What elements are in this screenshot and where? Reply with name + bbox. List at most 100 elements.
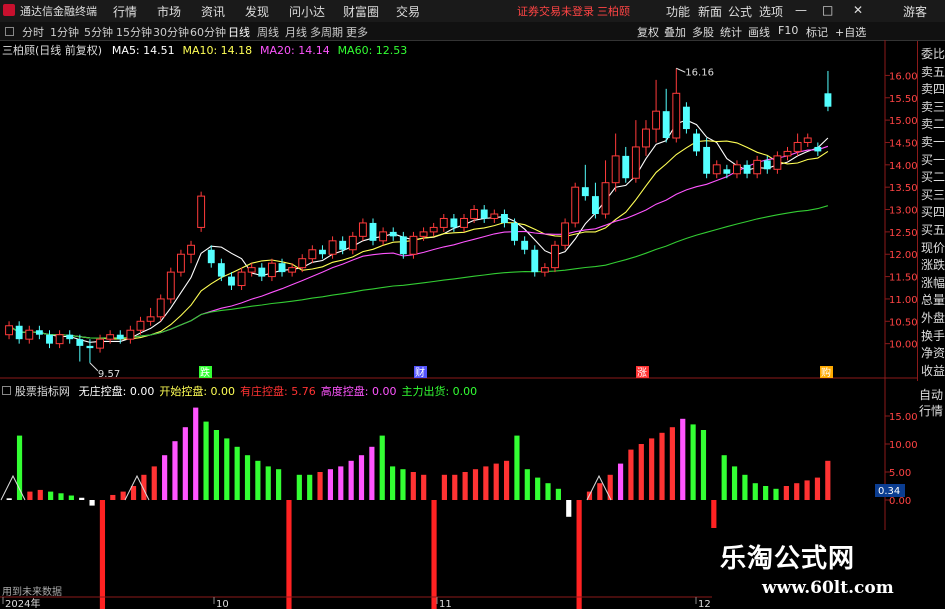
indicator-bar [752, 483, 758, 500]
indicator-value-1: 开始控盘: 0.00 [159, 385, 236, 398]
indicator-bar [110, 494, 116, 500]
quote-field-14: 总量 [920, 293, 945, 308]
quote-field-16: 换手 [920, 328, 945, 343]
indicator-bar [503, 460, 510, 500]
candle-body [389, 231, 397, 237]
candle-body [783, 150, 792, 157]
candle-body [267, 262, 276, 278]
candle-body [521, 240, 529, 250]
high-label: 16.16 [685, 67, 714, 78]
indicator-bar [265, 466, 271, 500]
candle-body [288, 267, 297, 273]
indicator-bar [317, 472, 323, 500]
candle-body [319, 249, 326, 255]
indicator-bar [79, 497, 85, 500]
indicator-bar [431, 500, 437, 609]
candle-body [551, 244, 559, 269]
candle-body [803, 137, 812, 143]
candle-body [328, 240, 337, 255]
quote-panel: 委比 卖五 卖四 卖三 卖二 卖一 买一 买二 买三 买四 买五 现价 涨跌 涨幅 总量 外盘 换手 净资 收益 [917, 41, 945, 381]
candle-body [540, 267, 549, 273]
price-tick-label: 13.00 [889, 206, 918, 217]
candle-body [348, 235, 357, 251]
event-marker-label: 涨 [637, 367, 647, 379]
indicator-bar [617, 463, 624, 500]
indicator-bar [731, 466, 738, 500]
candle-body [228, 276, 235, 286]
candle-body [439, 217, 448, 228]
candle-body [662, 111, 670, 138]
candle-body [793, 141, 802, 152]
quote-field-1: 卖五 [920, 64, 945, 79]
price-tick-label: 15.50 [889, 94, 918, 105]
indicator-bar [472, 469, 479, 500]
candle-body [622, 155, 630, 179]
indicator-tick-label: 5.00 [889, 468, 911, 479]
candle-body [470, 209, 479, 219]
ma-line-ma60 [8, 205, 829, 339]
candle-body [672, 92, 681, 139]
indicator-value-0: 无庄控盘: 0.00 [78, 385, 155, 398]
candle-body [450, 218, 458, 228]
indicator-tick-label: 10.00 [889, 440, 918, 451]
indicator-bar [213, 430, 220, 500]
candle-body [753, 159, 762, 175]
watermark-title: 乐淘公式网 [720, 544, 856, 574]
candle-body [76, 339, 84, 346]
candle-body [55, 334, 64, 345]
quote-field-15: 外盘 [920, 311, 945, 325]
candle-body [298, 258, 307, 269]
indicator-collapse-icon[interactable] [2, 386, 11, 395]
quote-field-2: 卖四 [920, 82, 945, 97]
candle-body [611, 155, 620, 184]
candle-body [136, 320, 145, 331]
quote-field-17: 净资 [920, 346, 945, 361]
indicator-bar [483, 466, 489, 500]
candle-body [571, 186, 580, 224]
indicator-bar [162, 455, 168, 500]
indicator-bar [607, 474, 613, 500]
indicator-bar [338, 466, 344, 500]
indicator-bar [555, 488, 561, 500]
indicator-bar [130, 486, 137, 500]
quote-field-10: 买五 [920, 223, 945, 237]
quote-label[interactable]: 行情 [919, 402, 943, 419]
candle-body [156, 298, 165, 318]
auto-label[interactable]: 自动 [919, 386, 943, 403]
indicator-name[interactable]: 股票指标网 [15, 385, 70, 398]
candle-body [247, 267, 256, 273]
ma-line-ma20 [8, 145, 829, 339]
price-tick-label: 12.00 [889, 250, 918, 261]
indicator-tick-label: 15.00 [889, 412, 918, 423]
price-tick-label: 10.00 [889, 340, 918, 351]
price-tick-label: 14.50 [889, 138, 918, 149]
candle-body [480, 209, 488, 219]
indicator-bar [441, 474, 447, 500]
candle-body [631, 146, 640, 179]
indicator-bar [462, 472, 468, 500]
indicator-bar [58, 493, 64, 500]
candle-body [25, 329, 34, 340]
candle-body [379, 231, 388, 242]
indicator-bar [493, 463, 499, 500]
date-label: 10 [216, 599, 229, 609]
indicator-bar [763, 486, 769, 500]
candle-body [460, 217, 468, 228]
indicator-bar [597, 483, 603, 500]
candle-body [217, 263, 225, 277]
candle-body [500, 214, 508, 223]
candle-body [146, 316, 155, 322]
chart-canvas[interactable]: 10.00 10.50 11.00 11.50 12.00 12.50 13.00 13.50… [0, 0, 945, 609]
price-tick-label: 11.50 [889, 273, 918, 284]
indicator-tick-label: 0.00 [889, 496, 911, 507]
candle-body [35, 330, 43, 335]
date-label: 2024年 [5, 597, 40, 609]
candle-body [429, 226, 438, 233]
indicator-bar [16, 435, 23, 500]
indicator-bar [6, 498, 12, 500]
price-tick-label: 15.00 [889, 116, 918, 127]
indicator-bar [296, 474, 302, 500]
indicator-bar [141, 474, 147, 500]
indicator-bar [700, 430, 707, 500]
indicator-bar [773, 488, 779, 500]
